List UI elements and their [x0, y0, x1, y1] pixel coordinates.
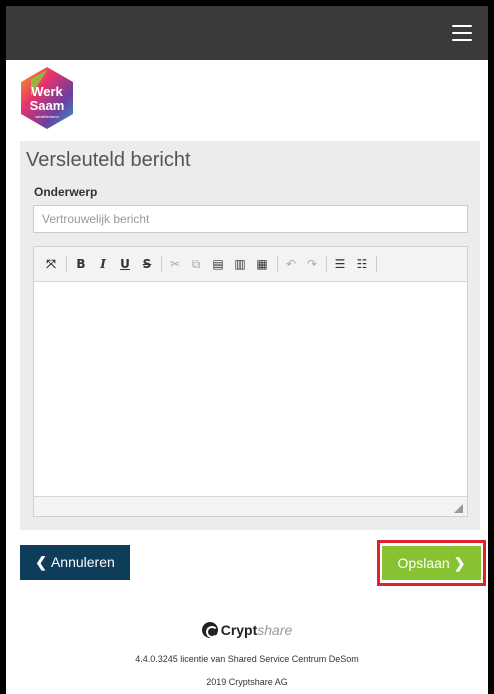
undo-icon[interactable]: ↶ — [284, 256, 298, 272]
werksaam-logo: Werk Saam westfriesland — [19, 66, 75, 130]
editor-content-area[interactable] — [34, 283, 467, 496]
paste-word-icon[interactable]: ▦ — [255, 256, 269, 272]
cancel-button-label: Annuleren — [50, 554, 115, 570]
toolbar-separator — [161, 256, 162, 272]
top-navbar — [6, 6, 488, 60]
numbered-list-icon[interactable]: ☰ — [333, 256, 347, 272]
brand-crypt: Crypt — [220, 622, 258, 638]
subject-label: Onderwerp — [34, 185, 98, 199]
paste-text-icon[interactable]: ▥ — [233, 256, 247, 272]
copy-icon[interactable]: ⧉ — [189, 256, 203, 272]
bold-icon[interactable]: B — [74, 256, 88, 272]
toolbar-separator — [326, 256, 327, 272]
save-button[interactable]: Opslaan ❯ — [382, 546, 481, 580]
license-text: 4.4.0.3245 licentie van Shared Service C… — [135, 654, 359, 664]
strikethrough-icon[interactable]: S — [140, 256, 154, 272]
hamburger-icon[interactable] — [452, 25, 472, 41]
italic-icon[interactable]: I — [96, 256, 110, 272]
save-button-label: Opslaan — [397, 554, 450, 571]
cryptshare-logo: Cryptshare — [0, 622, 494, 638]
logo-line1: Werk — [31, 84, 63, 99]
logo-line2: Saam — [30, 98, 65, 113]
brand-share: share — [257, 622, 293, 638]
toolbar-separator — [277, 256, 278, 272]
toolbar-separator — [376, 256, 377, 272]
copyright-text: 2019 Cryptshare AG — [206, 677, 288, 687]
toolbar-separator — [66, 256, 67, 272]
cryptshare-mark-icon — [201, 622, 218, 638]
bulleted-list-icon[interactable]: ☷ — [355, 256, 369, 272]
resize-grip-icon[interactable] — [454, 504, 463, 513]
logo-line3: westfriesland — [35, 114, 58, 119]
logo-hexagon-icon: Werk Saam westfriesland — [21, 67, 73, 129]
page-title: Versleuteld bericht — [26, 149, 191, 171]
cancel-button[interactable]: ❮ Annuleren — [20, 545, 130, 580]
editor-toolbar: ⤧ B I U S ✂ ⧉ ▤ ▥ ▦ ↶ ↷ ☰ ☷ — [34, 247, 467, 282]
maximize-icon[interactable]: ⤧ — [44, 256, 58, 272]
redo-icon[interactable]: ↷ — [305, 256, 319, 272]
rich-text-editor: ⤧ B I U S ✂ ⧉ ▤ ▥ ▦ ↶ ↷ ☰ ☷ — [33, 246, 468, 517]
paste-icon[interactable]: ▤ — [211, 256, 225, 272]
chevron-left-icon: ❮ — [35, 554, 47, 570]
message-panel: Versleuteld bericht Onderwerp ⤧ B I U S … — [20, 141, 480, 530]
chevron-right-icon: ❯ — [453, 554, 466, 571]
cut-icon[interactable]: ✂ — [168, 256, 182, 272]
underline-icon[interactable]: U — [118, 256, 132, 272]
subject-input[interactable] — [33, 205, 468, 233]
editor-status-bar — [34, 496, 467, 516]
